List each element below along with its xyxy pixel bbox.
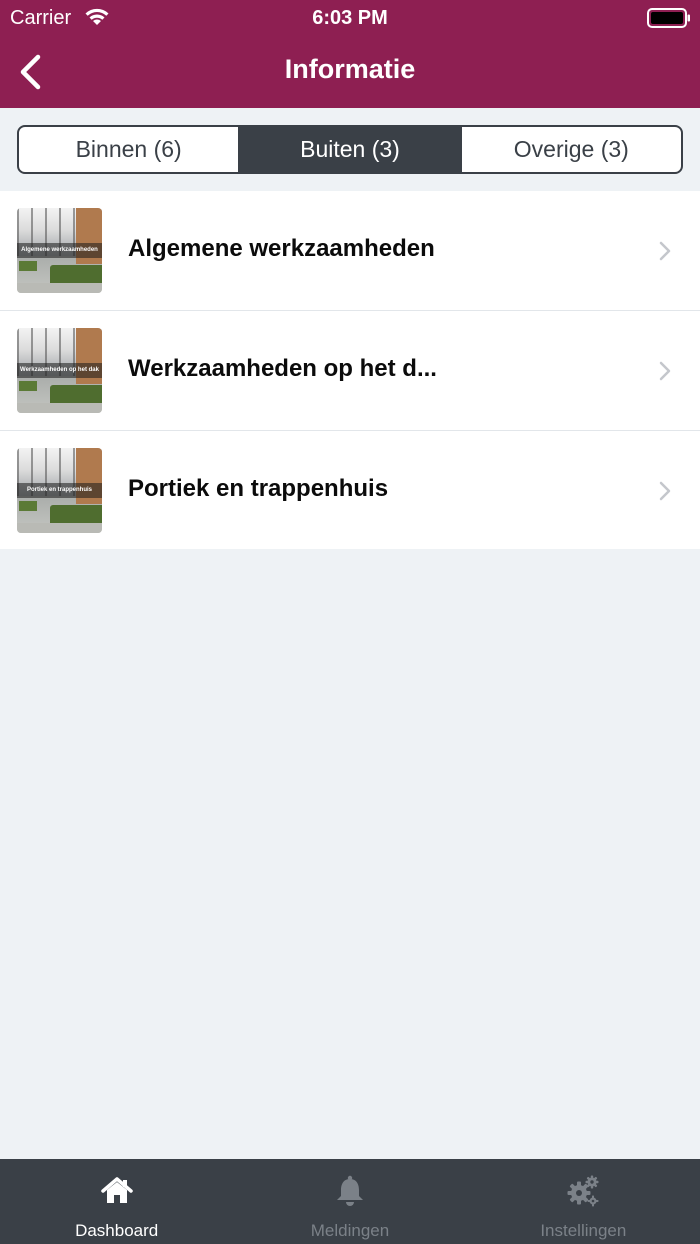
item-thumbnail: Algemene werkzaamheden xyxy=(17,208,102,293)
thumbnail-caption: Werkzaamheden op het dak xyxy=(17,363,102,378)
item-title: Werkzaamheden op het d... xyxy=(128,355,437,382)
battery-icon xyxy=(647,8,690,28)
bottom-tab-bar: Dashboard Meldingen Instellingen xyxy=(0,1159,700,1244)
segment-overige[interactable]: Overige (3) xyxy=(459,127,681,172)
status-bar: Carrier 6:03 PM xyxy=(0,0,700,36)
thumbnail-caption: Portiek en trappenhuis xyxy=(17,483,102,498)
item-title: Algemene werkzaamheden xyxy=(128,235,435,262)
tab-instellingen[interactable]: Instellingen xyxy=(467,1159,700,1244)
home-icon xyxy=(100,1177,133,1203)
tab-label: Instellingen xyxy=(540,1221,627,1240)
list-item[interactable]: Portiek en trappenhuis Portiek en trappe… xyxy=(0,431,700,549)
segment-buiten[interactable]: Buiten (3) xyxy=(238,127,460,172)
navigation-bar: Informatie xyxy=(0,36,700,108)
segment-binnen[interactable]: Binnen (6) xyxy=(19,127,238,172)
app-header: Carrier 6:03 PM Informatie xyxy=(0,0,700,108)
list-item[interactable]: Algemene werkzaamheden Algemene werkzaam… xyxy=(0,191,700,311)
item-title: Portiek en trappenhuis xyxy=(128,475,389,502)
tab-label: Dashboard xyxy=(75,1221,159,1240)
item-thumbnail: Portiek en trappenhuis xyxy=(17,448,102,533)
chevron-right-icon xyxy=(659,481,671,501)
info-list: Algemene werkzaamheden Algemene werkzaam… xyxy=(0,191,700,549)
thumbnail-caption: Algemene werkzaamheden xyxy=(17,243,102,258)
chevron-right-icon xyxy=(659,241,671,261)
gears-icon xyxy=(567,1175,599,1207)
item-thumbnail: Werkzaamheden op het dak xyxy=(17,328,102,413)
category-segmented-control: Binnen (6) Buiten (3) Overige (3) xyxy=(17,125,683,174)
bell-icon xyxy=(336,1175,363,1206)
tab-dashboard[interactable]: Dashboard xyxy=(0,1159,233,1244)
tab-meldingen[interactable]: Meldingen xyxy=(233,1159,466,1244)
tab-label: Meldingen xyxy=(310,1221,390,1240)
page-title: Informatie xyxy=(284,54,416,84)
list-item[interactable]: Werkzaamheden op het dak Werkzaamheden o… xyxy=(0,311,700,431)
clock-time: 6:03 PM xyxy=(312,7,388,29)
chevron-right-icon xyxy=(659,361,671,381)
